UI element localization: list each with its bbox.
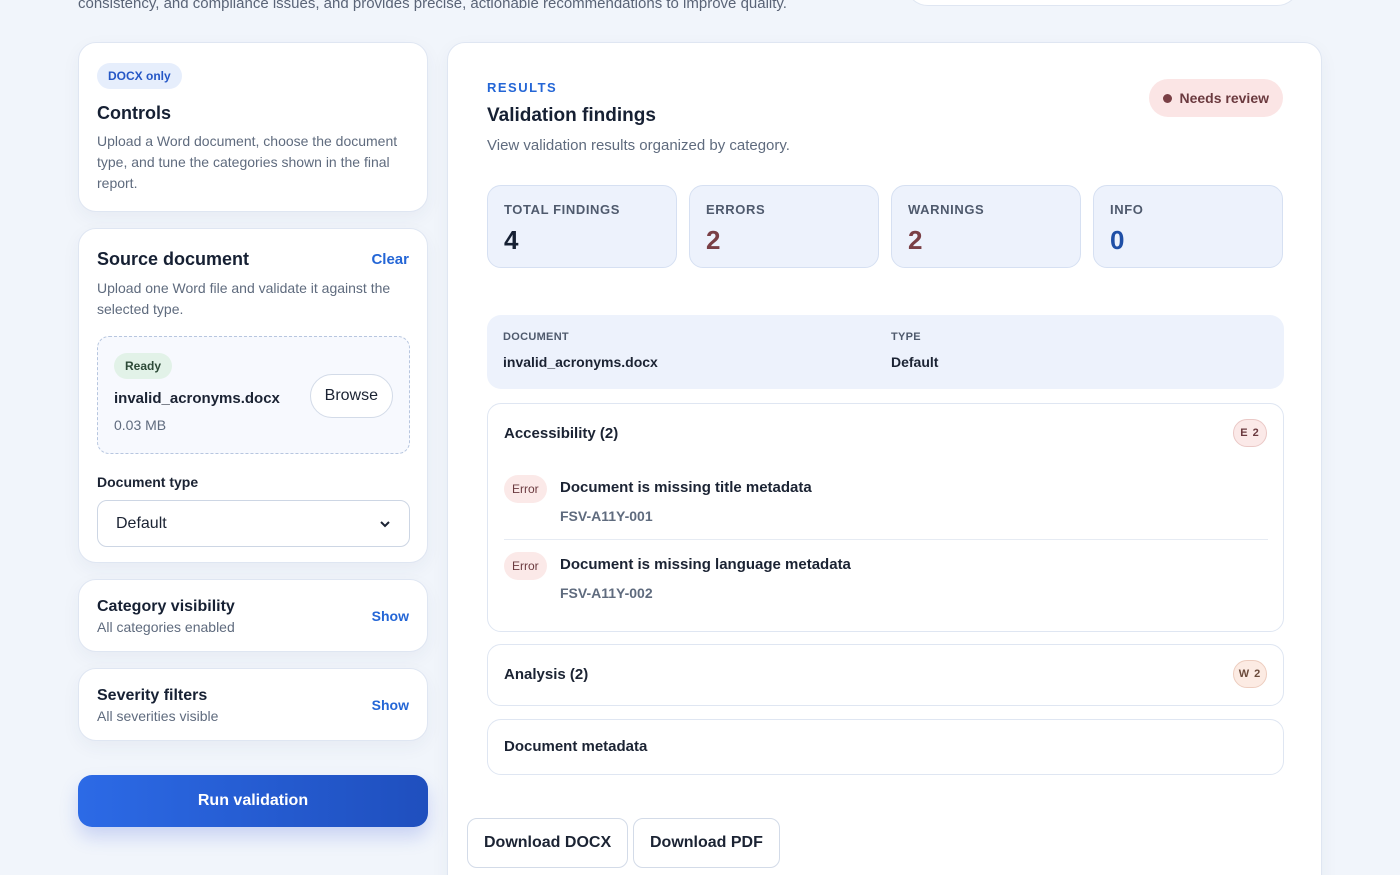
stat-label: TOTAL FINDINGS — [504, 202, 621, 217]
severity-filters-show-button[interactable]: Show — [372, 697, 409, 713]
error-count-badge: E 2 — [1233, 419, 1267, 447]
severity-filters-subtitle: All severities visible — [97, 708, 219, 724]
type-value: Default — [891, 354, 939, 370]
run-validation-button[interactable]: Run validation — [78, 775, 428, 827]
finding-item[interactable]: Error Document is missing title metadata… — [504, 475, 1268, 525]
results-subtitle: View validation results organized by cat… — [487, 137, 790, 154]
status-label: Needs review — [1179, 90, 1270, 106]
finding-code: FSV-A11Y-002 — [560, 585, 653, 601]
category-visibility-subtitle: All categories enabled — [97, 619, 235, 635]
file-status-badge: Ready — [114, 353, 173, 379]
severity-chip: Error — [504, 552, 547, 580]
download-docx-button[interactable]: Download DOCX — [467, 818, 629, 868]
category-group-document-metadata[interactable]: Document metadata — [487, 719, 1284, 775]
download-pdf-button[interactable]: Download PDF — [633, 818, 780, 868]
source-document-card: Source document Clear Upload one Word fi… — [78, 228, 428, 563]
group-title: Document metadata — [504, 738, 648, 755]
type-label: TYPE — [891, 331, 921, 343]
source-document-title: Source document — [97, 249, 250, 269]
group-title: Analysis (2) — [504, 666, 589, 683]
finding-title: Document is missing title metadata — [560, 479, 812, 496]
stat-label: INFO — [1110, 202, 1144, 217]
top-search-pill[interactable] — [905, 0, 1300, 6]
controls-card: DOCX only Controls Upload a Word documen… — [78, 42, 428, 212]
stat-value: 2 — [908, 225, 923, 255]
document-type-label: Document type — [97, 474, 199, 490]
stat-errors: ERRORS 2 — [689, 185, 879, 268]
document-value: invalid_acronyms.docx — [503, 354, 658, 370]
finding-divider — [504, 539, 1268, 540]
controls-title: Controls — [97, 103, 171, 123]
severity-filters-title: Severity filters — [97, 687, 208, 704]
source-document-description: Upload one Word file and validate it aga… — [97, 280, 391, 317]
document-type-value: Default — [116, 514, 167, 532]
file-size: 0.03 MB — [114, 417, 167, 433]
stat-total-findings: TOTAL FINDINGS 4 — [487, 185, 677, 268]
group-title: Accessibility (2) — [504, 425, 619, 442]
file-dropzone[interactable]: Ready invalid_acronyms.docx 0.03 MB Brow… — [97, 336, 410, 454]
stat-label: ERRORS — [706, 202, 766, 217]
stat-value: 2 — [706, 225, 721, 255]
category-group-analysis[interactable]: Analysis (2) W 2 — [487, 644, 1284, 706]
clear-button[interactable]: Clear — [371, 251, 409, 268]
docx-only-badge: DOCX only — [97, 63, 182, 89]
stat-info: INFO 0 — [1093, 185, 1283, 268]
finding-item[interactable]: Error Document is missing language metad… — [504, 552, 1268, 602]
intro-text: consistency, and compliance issues, and … — [78, 0, 787, 12]
status-badge: Needs review — [1148, 79, 1283, 117]
warning-count-badge: W 2 — [1233, 660, 1267, 688]
browse-button[interactable]: Browse — [309, 374, 393, 418]
stat-warnings: WARNINGS 2 — [891, 185, 1081, 268]
results-card: RESULTS Validation findings View validat… — [447, 42, 1322, 875]
results-eyebrow: RESULTS — [487, 80, 558, 95]
document-info-panel: DOCUMENT invalid_acronyms.docx TYPE Defa… — [487, 315, 1284, 389]
controls-description: Upload a Word document, choose the docum… — [97, 133, 398, 191]
status-dot-icon — [1162, 93, 1172, 103]
stat-label: WARNINGS — [908, 202, 985, 217]
category-visibility-card: Category visibility All categories enabl… — [78, 579, 428, 652]
category-group-accessibility[interactable]: Accessibility (2) E 2 Error Document is … — [487, 403, 1284, 632]
severity-filters-card: Severity filters All severities visible … — [78, 668, 428, 741]
stat-value: 4 — [504, 225, 519, 255]
results-title: Validation findings — [487, 105, 656, 126]
category-visibility-title: Category visibility — [97, 598, 235, 615]
finding-code: FSV-A11Y-001 — [560, 508, 653, 524]
document-label: DOCUMENT — [503, 331, 569, 343]
stat-value: 0 — [1110, 225, 1125, 255]
document-type-select[interactable]: Default — [97, 500, 410, 547]
severity-chip: Error — [504, 475, 547, 503]
category-visibility-show-button[interactable]: Show — [372, 608, 409, 624]
finding-title: Document is missing language metadata — [560, 556, 851, 573]
stats-row: TOTAL FINDINGS 4 ERRORS 2 WARNINGS 2 INF… — [487, 185, 1283, 268]
chevron-down-icon — [380, 520, 390, 527]
